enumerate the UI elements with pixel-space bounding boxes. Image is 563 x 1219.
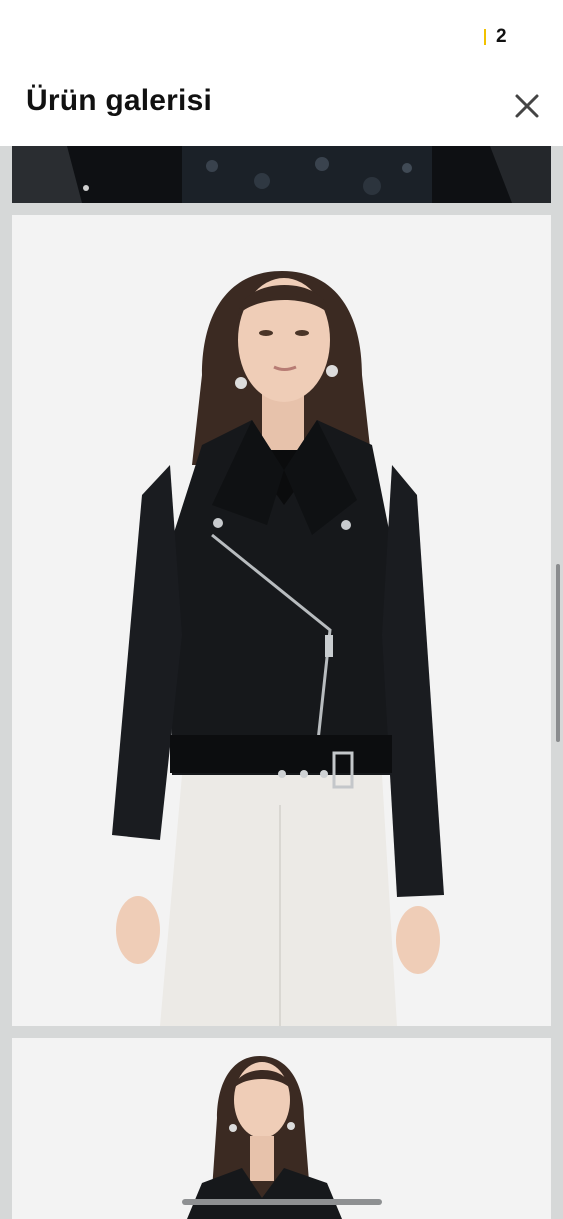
gallery-scroll-area[interactable] <box>0 146 563 1219</box>
gallery-header: Ürün galerisi <box>0 70 563 146</box>
gallery-image-main[interactable] <box>12 215 551 1026</box>
close-icon <box>515 94 539 118</box>
home-indicator[interactable] <box>182 1199 382 1205</box>
scrollbar[interactable] <box>556 564 560 742</box>
gallery-image-next[interactable] <box>12 1038 551 1219</box>
status-bar: 2 <box>0 0 563 70</box>
status-indicator <box>484 29 486 45</box>
gallery-image-previous[interactable] <box>12 146 551 203</box>
close-button[interactable] <box>509 88 545 124</box>
page-title: Ürün galerisi <box>26 84 212 117</box>
status-count: 2 <box>496 26 507 47</box>
